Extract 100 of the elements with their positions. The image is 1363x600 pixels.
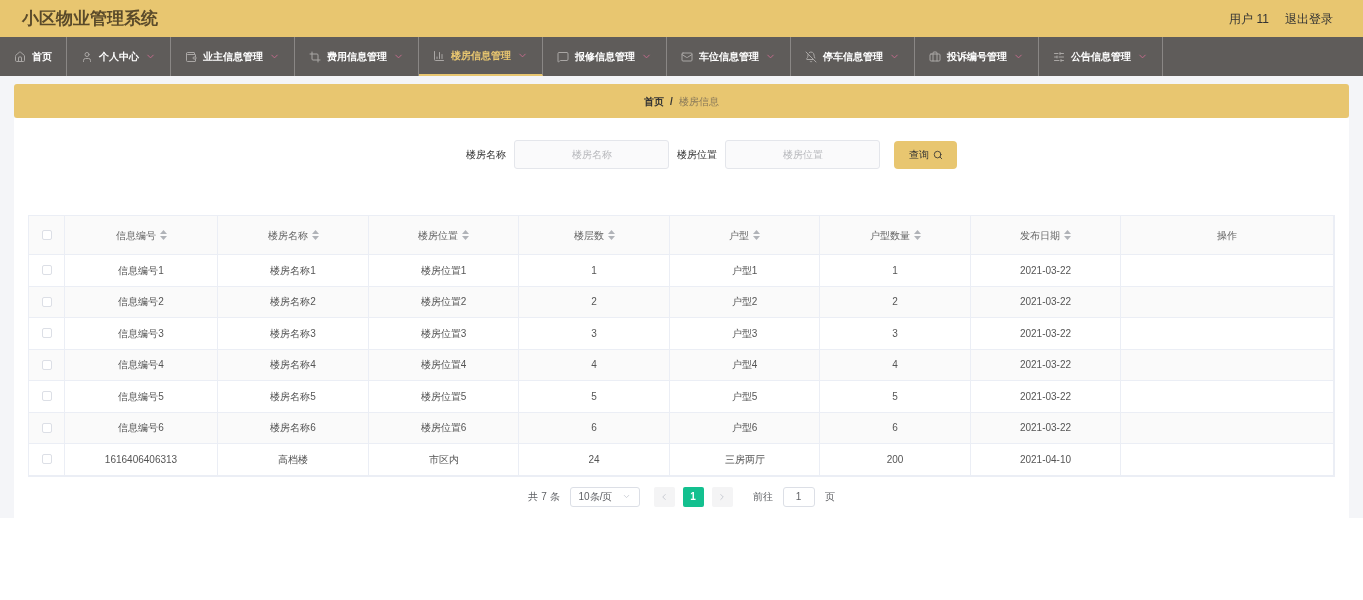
table-cell-text: 户型4 bbox=[731, 358, 758, 373]
total-count: 共 7 条 bbox=[528, 490, 560, 504]
sort-icon[interactable] bbox=[462, 230, 469, 240]
table-cell-text: 楼房名称1 bbox=[270, 263, 316, 278]
search-field[interactable]: 楼房名称 bbox=[514, 140, 669, 169]
table-cell-text: 信息编号6 bbox=[118, 421, 164, 436]
search-icon bbox=[932, 149, 943, 160]
select-all-checkbox[interactable] bbox=[41, 230, 52, 240]
table-cell-text: 信息编号2 bbox=[118, 295, 164, 310]
column-header: 信息编号 bbox=[115, 228, 156, 243]
user-name: 用户 11 bbox=[1229, 10, 1269, 28]
row-checkbox[interactable] bbox=[41, 296, 52, 307]
column-header: 楼房名称 bbox=[267, 228, 308, 243]
table-cell-text: 2021-03-22 bbox=[1019, 326, 1072, 341]
table-cell-text: 1 bbox=[591, 263, 597, 278]
table-cell-text: 2021-03-22 bbox=[1019, 389, 1072, 404]
table-cell-text: 楼房位置2 bbox=[420, 295, 467, 310]
column-header: 户型数量 bbox=[869, 228, 910, 243]
bell-off-icon bbox=[805, 50, 817, 63]
table-cell-text: 3 bbox=[892, 326, 898, 341]
search-label: 楼房名称 bbox=[466, 148, 506, 162]
table-cell-text: 三房两厅 bbox=[724, 452, 765, 467]
table-cell-text: 楼房名称3 bbox=[270, 326, 316, 341]
table-cell-text: 楼房位置6 bbox=[420, 421, 467, 436]
table-cell-text: 户型2 bbox=[731, 295, 758, 310]
table-cell-text: 楼房位置4 bbox=[420, 358, 467, 373]
table-cell-text: 户型1 bbox=[731, 263, 758, 278]
goto-suffix: 页 bbox=[824, 490, 835, 504]
breadcrumb-home[interactable]: 首页 bbox=[644, 93, 665, 109]
breadcrumb-current: 楼房信息 bbox=[678, 94, 719, 109]
table-cell-text: 2021-03-22 bbox=[1019, 295, 1072, 310]
briefcase-icon bbox=[929, 50, 941, 63]
table-cell-text: 24 bbox=[588, 452, 600, 467]
row-checkbox[interactable] bbox=[41, 328, 52, 339]
table-cell-text: 2021-03-22 bbox=[1019, 421, 1072, 436]
search-label: 楼房位置 bbox=[677, 148, 717, 162]
table-cell-text: 信息编号5 bbox=[118, 389, 164, 404]
table-cell-text: 楼房位置5 bbox=[420, 389, 467, 404]
breadcrumb-separator: / bbox=[670, 94, 673, 109]
sort-icon[interactable] bbox=[913, 230, 921, 240]
table-cell-text: 1616406406313 bbox=[104, 452, 178, 467]
row-checkbox[interactable] bbox=[41, 422, 52, 433]
table-cell-text: 2021-04-10 bbox=[1019, 452, 1072, 467]
search-button[interactable]: 查询 bbox=[894, 140, 957, 169]
wallet-icon bbox=[185, 50, 197, 63]
table-cell-text: 户型6 bbox=[731, 421, 758, 436]
table-cell-text: 2021-03-22 bbox=[1019, 263, 1072, 278]
table-cell-text: 信息编号3 bbox=[118, 326, 164, 341]
table-cell-text: 楼房名称5 bbox=[270, 389, 316, 404]
table-cell-text: 信息编号1 bbox=[118, 263, 164, 278]
next-page-button[interactable] bbox=[711, 486, 733, 507]
table-cell-text: 楼房名称4 bbox=[270, 358, 316, 373]
table-cell-text: 4 bbox=[591, 358, 597, 373]
table-cell-text: 楼房位置3 bbox=[420, 326, 467, 341]
sort-icon[interactable] bbox=[311, 230, 319, 240]
table-cell-text: 1 bbox=[892, 263, 898, 278]
table-cell-text: 楼房名称2 bbox=[270, 295, 316, 310]
table-cell-text: 5 bbox=[591, 389, 597, 404]
user-icon bbox=[81, 50, 93, 63]
column-header: 户型 bbox=[729, 228, 749, 243]
prev-page-button[interactable] bbox=[653, 486, 675, 507]
table-cell-text: 信息编号4 bbox=[118, 358, 164, 373]
bar-chart-icon bbox=[433, 49, 445, 62]
sort-icon[interactable] bbox=[607, 230, 615, 240]
goto-page-field[interactable]: 1 bbox=[782, 486, 815, 507]
app-title: 小区物业管理系统 bbox=[22, 7, 158, 30]
table-cell-text: 4 bbox=[892, 358, 898, 373]
crop-icon bbox=[309, 50, 321, 63]
table-cell-text: 3 bbox=[591, 326, 597, 341]
mail-icon bbox=[681, 50, 693, 63]
row-checkbox[interactable] bbox=[41, 454, 52, 465]
home-icon bbox=[14, 50, 26, 63]
table-cell-text: 楼房位置1 bbox=[420, 263, 467, 278]
sort-icon[interactable] bbox=[159, 230, 167, 240]
table-cell-text: 户型3 bbox=[731, 326, 758, 341]
column-header: 发布日期 bbox=[1020, 228, 1060, 243]
table-cell-text: 6 bbox=[591, 421, 597, 436]
goto-label: 前往 bbox=[752, 490, 773, 504]
sliders-icon bbox=[1053, 50, 1065, 63]
column-header: 操作 bbox=[1217, 228, 1237, 243]
logout-link[interactable]: 退出登录 bbox=[1285, 9, 1333, 28]
row-checkbox[interactable] bbox=[41, 265, 52, 276]
table-cell-text: 5 bbox=[892, 389, 898, 404]
chat-icon bbox=[557, 50, 569, 63]
page-size-select[interactable]: 10条/页 bbox=[569, 486, 640, 507]
sort-icon[interactable] bbox=[1064, 230, 1071, 240]
table-cell-text: 6 bbox=[892, 421, 898, 436]
table-cell-text: 2 bbox=[591, 295, 597, 310]
table-cell-text: 市区内 bbox=[428, 452, 459, 467]
table-cell-text: 楼房名称6 bbox=[270, 421, 316, 436]
table-cell-text: 高档楼 bbox=[278, 452, 308, 467]
table-cell-text: 200 bbox=[886, 452, 904, 467]
column-header: 楼层数 bbox=[573, 228, 604, 243]
sort-icon[interactable] bbox=[753, 230, 760, 240]
table-cell-text: 2021-03-22 bbox=[1019, 358, 1072, 373]
table-cell-text: 2 bbox=[892, 295, 898, 310]
row-checkbox[interactable] bbox=[41, 359, 52, 370]
table-cell-text: 户型5 bbox=[731, 389, 758, 404]
column-header: 楼房位置 bbox=[418, 228, 458, 243]
row-checkbox[interactable] bbox=[41, 391, 52, 402]
